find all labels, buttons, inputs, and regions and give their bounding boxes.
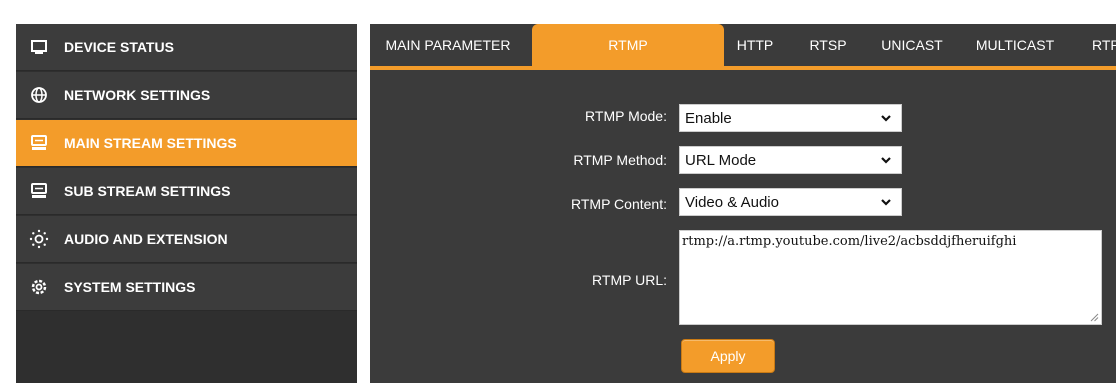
sidebar-item-label: NETWORK SETTINGS bbox=[64, 87, 211, 103]
hard-drive-icon bbox=[28, 132, 50, 154]
sidebar-item-label: SUB STREAM SETTINGS bbox=[64, 183, 231, 199]
rtmp-url-value: rtmp://a.rtmp.youtube.com/live2/acbsddjf… bbox=[682, 234, 1017, 249]
rtmp-url-label: RTMP URL: bbox=[592, 272, 667, 288]
sidebar: DEVICE STATUS NETWORK SETTINGS MAIN STRE… bbox=[16, 24, 357, 383]
sidebar-item-label: MAIN STREAM SETTINGS bbox=[64, 135, 237, 151]
chevron-down-icon bbox=[881, 115, 891, 122]
main-top-strip bbox=[370, 0, 1116, 24]
tab-rtmp[interactable]: RTMP bbox=[532, 24, 724, 66]
gear-icon bbox=[28, 276, 50, 298]
tab-unicast[interactable]: UNICAST bbox=[872, 24, 952, 66]
sidebar-item-system-settings[interactable]: SYSTEM SETTINGS bbox=[16, 264, 357, 311]
rtmp-mode-value: Enable bbox=[685, 109, 732, 127]
rtmp-url-textarea[interactable]: rtmp://a.rtmp.youtube.com/live2/acbsddjf… bbox=[679, 230, 1102, 325]
rtmp-method-select[interactable]: URL Mode bbox=[679, 146, 902, 174]
apply-button[interactable]: Apply bbox=[681, 339, 775, 373]
sidebar-item-label: DEVICE STATUS bbox=[64, 39, 174, 55]
sidebar-item-audio-and-extension[interactable]: AUDIO AND EXTENSION bbox=[16, 216, 357, 263]
resize-handle-icon[interactable] bbox=[1089, 312, 1099, 322]
sidebar-item-sub-stream-settings[interactable]: SUB STREAM SETTINGS bbox=[16, 168, 357, 215]
monitor-icon bbox=[28, 36, 50, 58]
rtmp-content-label: RTMP Content: bbox=[571, 196, 667, 212]
rtmp-content-select[interactable]: Video & Audio bbox=[679, 188, 902, 216]
rtmp-method-value: URL Mode bbox=[685, 151, 757, 169]
tab-multicast[interactable]: MULTICAST bbox=[965, 24, 1065, 66]
rtmp-mode-label: RTMP Mode: bbox=[585, 108, 667, 124]
tab-rtsp[interactable]: RTSP bbox=[802, 24, 854, 66]
page: DEVICE STATUS NETWORK SETTINGS MAIN STRE… bbox=[0, 0, 1116, 383]
rtmp-content-value: Video & Audio bbox=[685, 193, 779, 211]
sun-dots-icon bbox=[28, 228, 50, 250]
chevron-down-icon bbox=[881, 199, 891, 206]
sidebar-item-network-settings[interactable]: NETWORK SETTINGS bbox=[16, 72, 357, 119]
sidebar-item-main-stream-settings[interactable]: MAIN STREAM SETTINGS bbox=[16, 120, 357, 167]
chevron-down-icon bbox=[881, 157, 891, 164]
hard-drive-icon bbox=[28, 180, 50, 202]
sidebar-item-label: SYSTEM SETTINGS bbox=[64, 279, 196, 295]
tab-rtp[interactable]: RTP bbox=[1092, 24, 1116, 66]
tab-main-parameter[interactable]: MAIN PARAMETER bbox=[378, 24, 518, 66]
sidebar-item-device-status[interactable]: DEVICE STATUS bbox=[16, 24, 357, 71]
rtmp-mode-select[interactable]: Enable bbox=[679, 104, 902, 132]
rtmp-method-label: RTMP Method: bbox=[573, 152, 667, 168]
globe-icon bbox=[28, 84, 50, 106]
sidebar-item-label: AUDIO AND EXTENSION bbox=[64, 231, 228, 247]
tab-http[interactable]: HTTP bbox=[730, 24, 780, 66]
tab-bar: MAIN PARAMETER RTMP HTTP RTSP UNICAST MU… bbox=[370, 24, 1116, 70]
